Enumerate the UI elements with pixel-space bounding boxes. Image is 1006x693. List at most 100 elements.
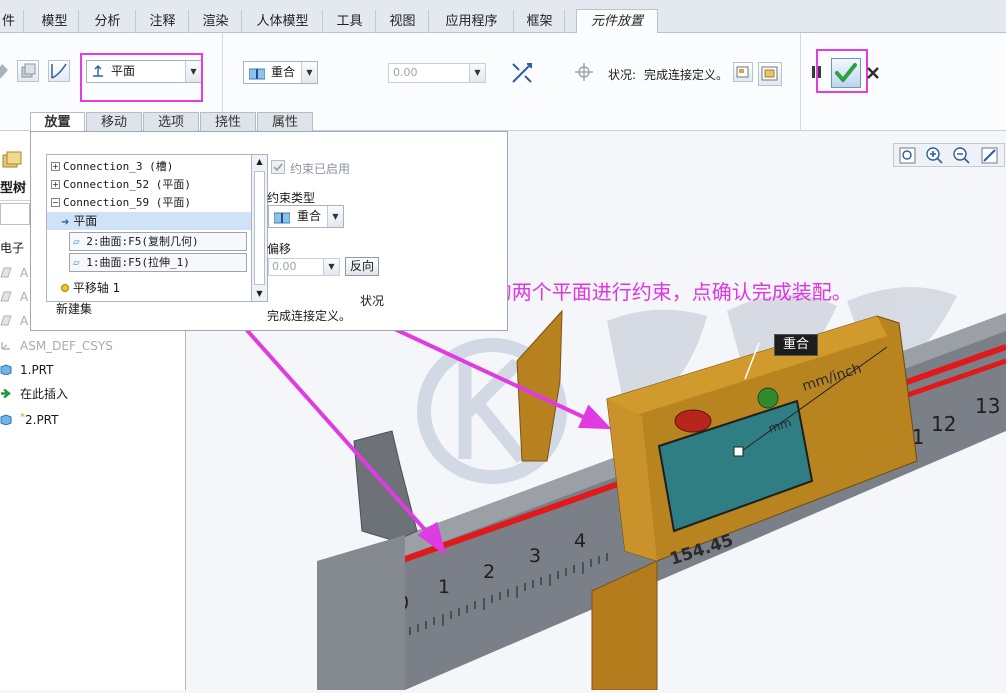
coincident-constraint-tag[interactable]: 重合 (774, 334, 819, 356)
green-button (757, 387, 779, 409)
tree-item-part-2[interactable]: *2.PRT (0, 407, 58, 429)
constraint-enabled-checkbox[interactable] (271, 160, 285, 174)
part-icon (0, 410, 12, 426)
highlight-frame-reference (80, 53, 203, 102)
scale-number-2: 2 (483, 561, 495, 583)
scale-number-1: 1 (438, 576, 450, 598)
view-orientation-icon[interactable] (980, 146, 999, 165)
tab-annotate[interactable]: 注释 (137, 10, 189, 33)
constraint-enabled-label: 约束已启用 (290, 162, 351, 176)
chevron-down-icon[interactable]: ▼ (327, 206, 343, 227)
cancel-button[interactable] (866, 66, 880, 80)
offset-label: 偏移 (267, 242, 292, 256)
sketch-icon[interactable] (0, 60, 14, 82)
tab-options[interactable]: 选项 (143, 112, 199, 132)
tree-group-label: 电子 (0, 241, 25, 255)
beam-end (317, 535, 405, 690)
flip-button[interactable]: 反向 (345, 257, 379, 276)
app-window-icon[interactable] (758, 62, 782, 86)
tab-tools[interactable]: 工具 (324, 10, 376, 33)
constraint-type-label: 约束类型 (267, 191, 316, 205)
view-toolbar (893, 143, 1005, 167)
tab-manikin[interactable]: 人体模型 (243, 10, 323, 33)
collapse-icon[interactable]: − (51, 198, 60, 207)
offset-input[interactable]: 0.00 ▼ (268, 258, 340, 276)
tree-item-insert-here[interactable]: 在此插入 (0, 383, 68, 405)
coincident-icon (273, 210, 291, 231)
flip-constraint-icon[interactable] (510, 61, 534, 85)
constraint-type-dropdown[interactable]: 重合 ▼ (268, 205, 344, 228)
tree-filter-field[interactable] (0, 203, 30, 225)
scroll-down-icon[interactable]: ▼ (252, 287, 267, 301)
tab-flexibility[interactable]: 挠性 (200, 112, 256, 132)
placement-panel: + Connection_3 (槽) + Connection_52 (平面) − C… (30, 131, 508, 331)
chevron-down-icon[interactable]: ▼ (323, 259, 339, 275)
list-item-selected-constraint[interactable]: ➜ 平面 (47, 212, 251, 230)
datum-plane-icon (0, 287, 12, 302)
upper-number-12: 12 (931, 412, 956, 436)
scale-number-3: 3 (529, 545, 541, 567)
scale-number-4: 4 (574, 530, 586, 552)
tab-render[interactable]: 渲染 (190, 10, 242, 33)
constraint-type-dropdown-value: 重合 (297, 209, 322, 223)
tab-component-placement[interactable]: 元件放置 (576, 9, 658, 34)
list-item-connection-59[interactable]: − Connection_59 (平面) (51, 194, 191, 212)
curve-icon[interactable] (48, 60, 70, 82)
offset-select[interactable]: 0.00 ▼ (388, 63, 486, 83)
datum-plane-icon (0, 263, 12, 278)
list-scrollbar[interactable]: ▲ ▼ (252, 154, 268, 302)
tree-item-part-1[interactable]: 1.PRT (0, 359, 53, 381)
red-button (674, 409, 712, 433)
part-icon (0, 360, 12, 376)
zoom-in-icon[interactable] (925, 146, 944, 165)
tab-model[interactable]: 模型 (31, 10, 79, 33)
expand-icon[interactable]: + (51, 162, 60, 171)
highlight-frame-confirm (816, 49, 868, 93)
separate-window-icon[interactable] (733, 62, 753, 82)
tree-item-csys[interactable]: ASM_DEF_CSYS (0, 335, 113, 357)
toolbar-separator (800, 33, 801, 131)
connection-list[interactable]: + Connection_3 (槽) + Connection_52 (平面) − C… (46, 154, 252, 302)
reference-surface-1[interactable]: ▱ 1:曲面:F5(拉伸_1) (69, 253, 247, 272)
scroll-thumb[interactable] (254, 171, 265, 285)
chevron-down-icon[interactable]: ▼ (469, 64, 485, 82)
list-item-connection-52[interactable]: + Connection_52 (平面) (51, 176, 191, 194)
scroll-up-icon[interactable]: ▲ (252, 155, 267, 169)
copy-icon[interactable] (17, 60, 39, 82)
surface-icon: ▱ (73, 256, 80, 269)
model-tree-title: 型树 (0, 177, 32, 201)
tree-item-a2[interactable]: A (0, 286, 28, 308)
tab-framework[interactable]: 框架 (515, 10, 565, 33)
arrow-right-icon: ➜ (61, 217, 70, 228)
tab-applications[interactable]: 应用程序 (430, 10, 514, 33)
reference-surface-2[interactable]: ▱ 2:曲面:F5(复制几何) (69, 232, 247, 251)
origin-marker (733, 446, 744, 457)
tab-move[interactable]: 移动 (86, 112, 142, 132)
tree-item-a3[interactable]: A (0, 310, 28, 332)
tab-properties[interactable]: 属性 (257, 112, 313, 132)
tab-view[interactable]: 视图 (377, 10, 429, 33)
constraint-type-select[interactable]: 重合 ▼ (243, 61, 318, 84)
status-dot-icon (61, 284, 69, 292)
surface-icon: ▱ (73, 235, 80, 248)
insert-arrow-icon (0, 384, 12, 399)
zoom-fit-icon[interactable] (898, 146, 917, 165)
tab-placement[interactable]: 放置 (30, 112, 85, 133)
zoom-out-icon[interactable] (952, 146, 971, 165)
chevron-down-icon[interactable]: ▼ (301, 62, 317, 83)
new-set-link[interactable]: 新建集 (56, 300, 92, 317)
status-message: 完成连接定义。 (267, 309, 352, 323)
list-item-translation-axis[interactable]: 平移轴 1 (61, 279, 120, 297)
ribbon-tabbar: 件 模型 分析 注释 渲染 人体模型 工具 视图 应用程序 框架 元件放置 (0, 0, 1006, 34)
tree-item-a1[interactable]: A (0, 262, 28, 284)
status-heading: 状况 (360, 294, 385, 308)
status-text: 完成连接定义。 (644, 68, 729, 82)
tab-file[interactable]: 件 (0, 10, 24, 33)
offset-input-value: 0.00 (272, 260, 297, 273)
tree-folder-icon[interactable] (0, 149, 24, 173)
coincident-icon (248, 66, 266, 87)
tab-analysis[interactable]: 分析 (80, 10, 136, 33)
expand-icon[interactable]: + (51, 180, 60, 189)
list-item-connection-3[interactable]: + Connection_3 (槽) (51, 158, 173, 176)
move-icon (574, 62, 594, 82)
